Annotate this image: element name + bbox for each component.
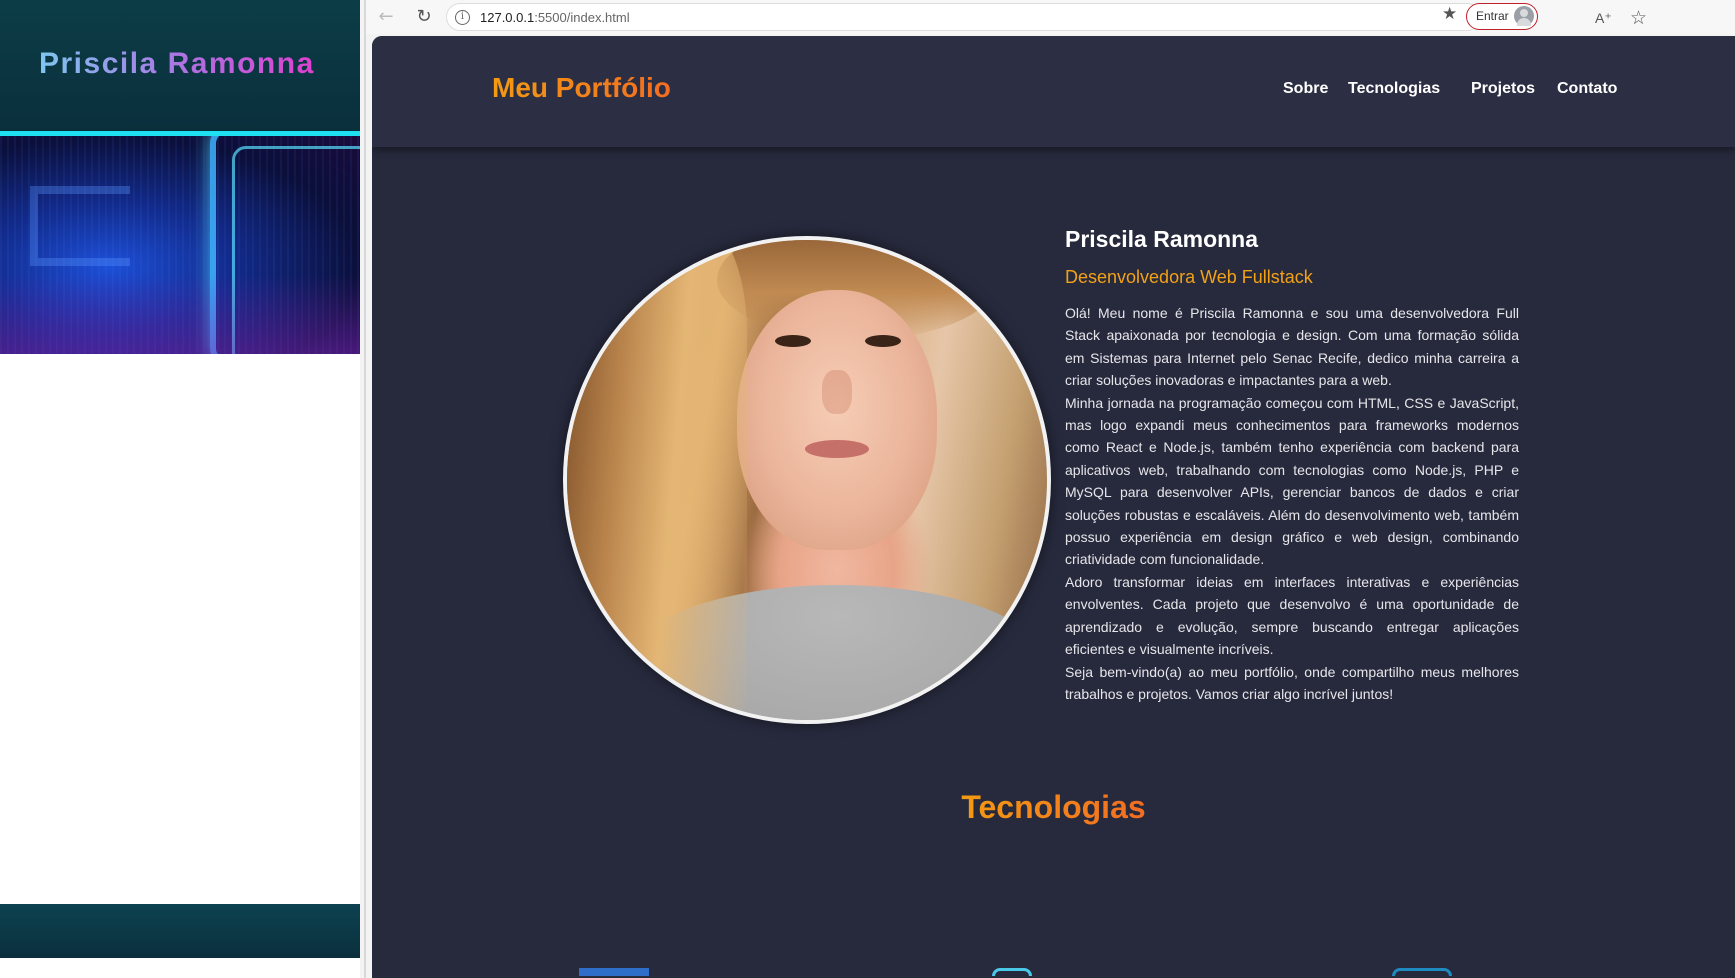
profile-bio: Olá! Meu nome é Priscila Ramonna e sou u… bbox=[1065, 302, 1519, 705]
profile-photo bbox=[563, 236, 1051, 724]
signin-button[interactable]: Entrar bbox=[1466, 3, 1538, 30]
about-section: Priscila Ramonna Desenvolvedora Web Full… bbox=[1065, 226, 1519, 705]
site-brand[interactable]: Meu Portfólio bbox=[492, 72, 671, 104]
technologies-heading: Tecnologias bbox=[372, 789, 1735, 826]
favorites-list-icon[interactable]: ★ bbox=[1442, 4, 1457, 24]
nav-link-contato[interactable]: Contato bbox=[1557, 80, 1617, 98]
technologies-heading-text: Tecnologias bbox=[961, 789, 1146, 825]
tech-logo-icon bbox=[1392, 968, 1452, 976]
left-window-header: Priscila Ramonna bbox=[0, 0, 360, 132]
nav-link-sobre[interactable]: Sobre bbox=[1283, 80, 1328, 98]
favorite-star-icon[interactable]: ☆ bbox=[1630, 7, 1647, 29]
browser-toolbar: ← ↻ i 127.0.0.1:5500/index.html A⁺ ☆ ★ E… bbox=[366, 0, 1735, 34]
nav-link-tecnologias[interactable]: Tecnologias bbox=[1348, 80, 1440, 98]
bio-paragraph: Minha jornada na programação começou com… bbox=[1065, 394, 1519, 568]
left-window-banner-image bbox=[0, 136, 360, 354]
read-aloud-icon[interactable]: A⁺ bbox=[1595, 10, 1612, 27]
address-bar[interactable]: i 127.0.0.1:5500/index.html A⁺ ☆ bbox=[446, 3, 1647, 31]
bio-paragraph: Adoro transformar ideias em interfaces i… bbox=[1065, 573, 1519, 658]
site-info-icon[interactable]: i bbox=[455, 10, 470, 25]
tech-logo-icon bbox=[579, 968, 649, 976]
react-logo-icon bbox=[992, 968, 1032, 976]
bio-paragraph: Olá! Meu nome é Priscila Ramonna e sou u… bbox=[1065, 305, 1519, 389]
reload-icon[interactable]: ↻ bbox=[412, 5, 436, 29]
profile-name: Priscila Ramonna bbox=[1065, 226, 1259, 252]
left-window: Priscila Ramonna bbox=[0, 0, 360, 978]
left-window-title: Priscila Ramonna bbox=[39, 47, 315, 80]
signin-label: Entrar bbox=[1476, 9, 1509, 23]
back-arrow-icon[interactable]: ← bbox=[374, 5, 398, 29]
window-divider[interactable] bbox=[364, 0, 366, 978]
url-path: :5500/index.html bbox=[534, 10, 630, 25]
bio-paragraph: Seja bem-vindo(a) ao meu portfólio, onde… bbox=[1065, 663, 1519, 702]
nav-link-projetos[interactable]: Projetos bbox=[1471, 80, 1535, 98]
portfolio-page: Meu Portfólio Sobre Tecnologias Projetos… bbox=[372, 36, 1735, 978]
url-host: 127.0.0.1 bbox=[480, 10, 535, 25]
site-header: Meu Portfólio Sobre Tecnologias Projetos… bbox=[372, 36, 1735, 147]
left-window-footer bbox=[0, 904, 360, 958]
profile-avatar-icon bbox=[1514, 6, 1534, 26]
address-text[interactable]: 127.0.0.1:5500/index.html bbox=[480, 10, 630, 25]
profile-role: Desenvolvedora Web Fullstack bbox=[1065, 267, 1313, 287]
